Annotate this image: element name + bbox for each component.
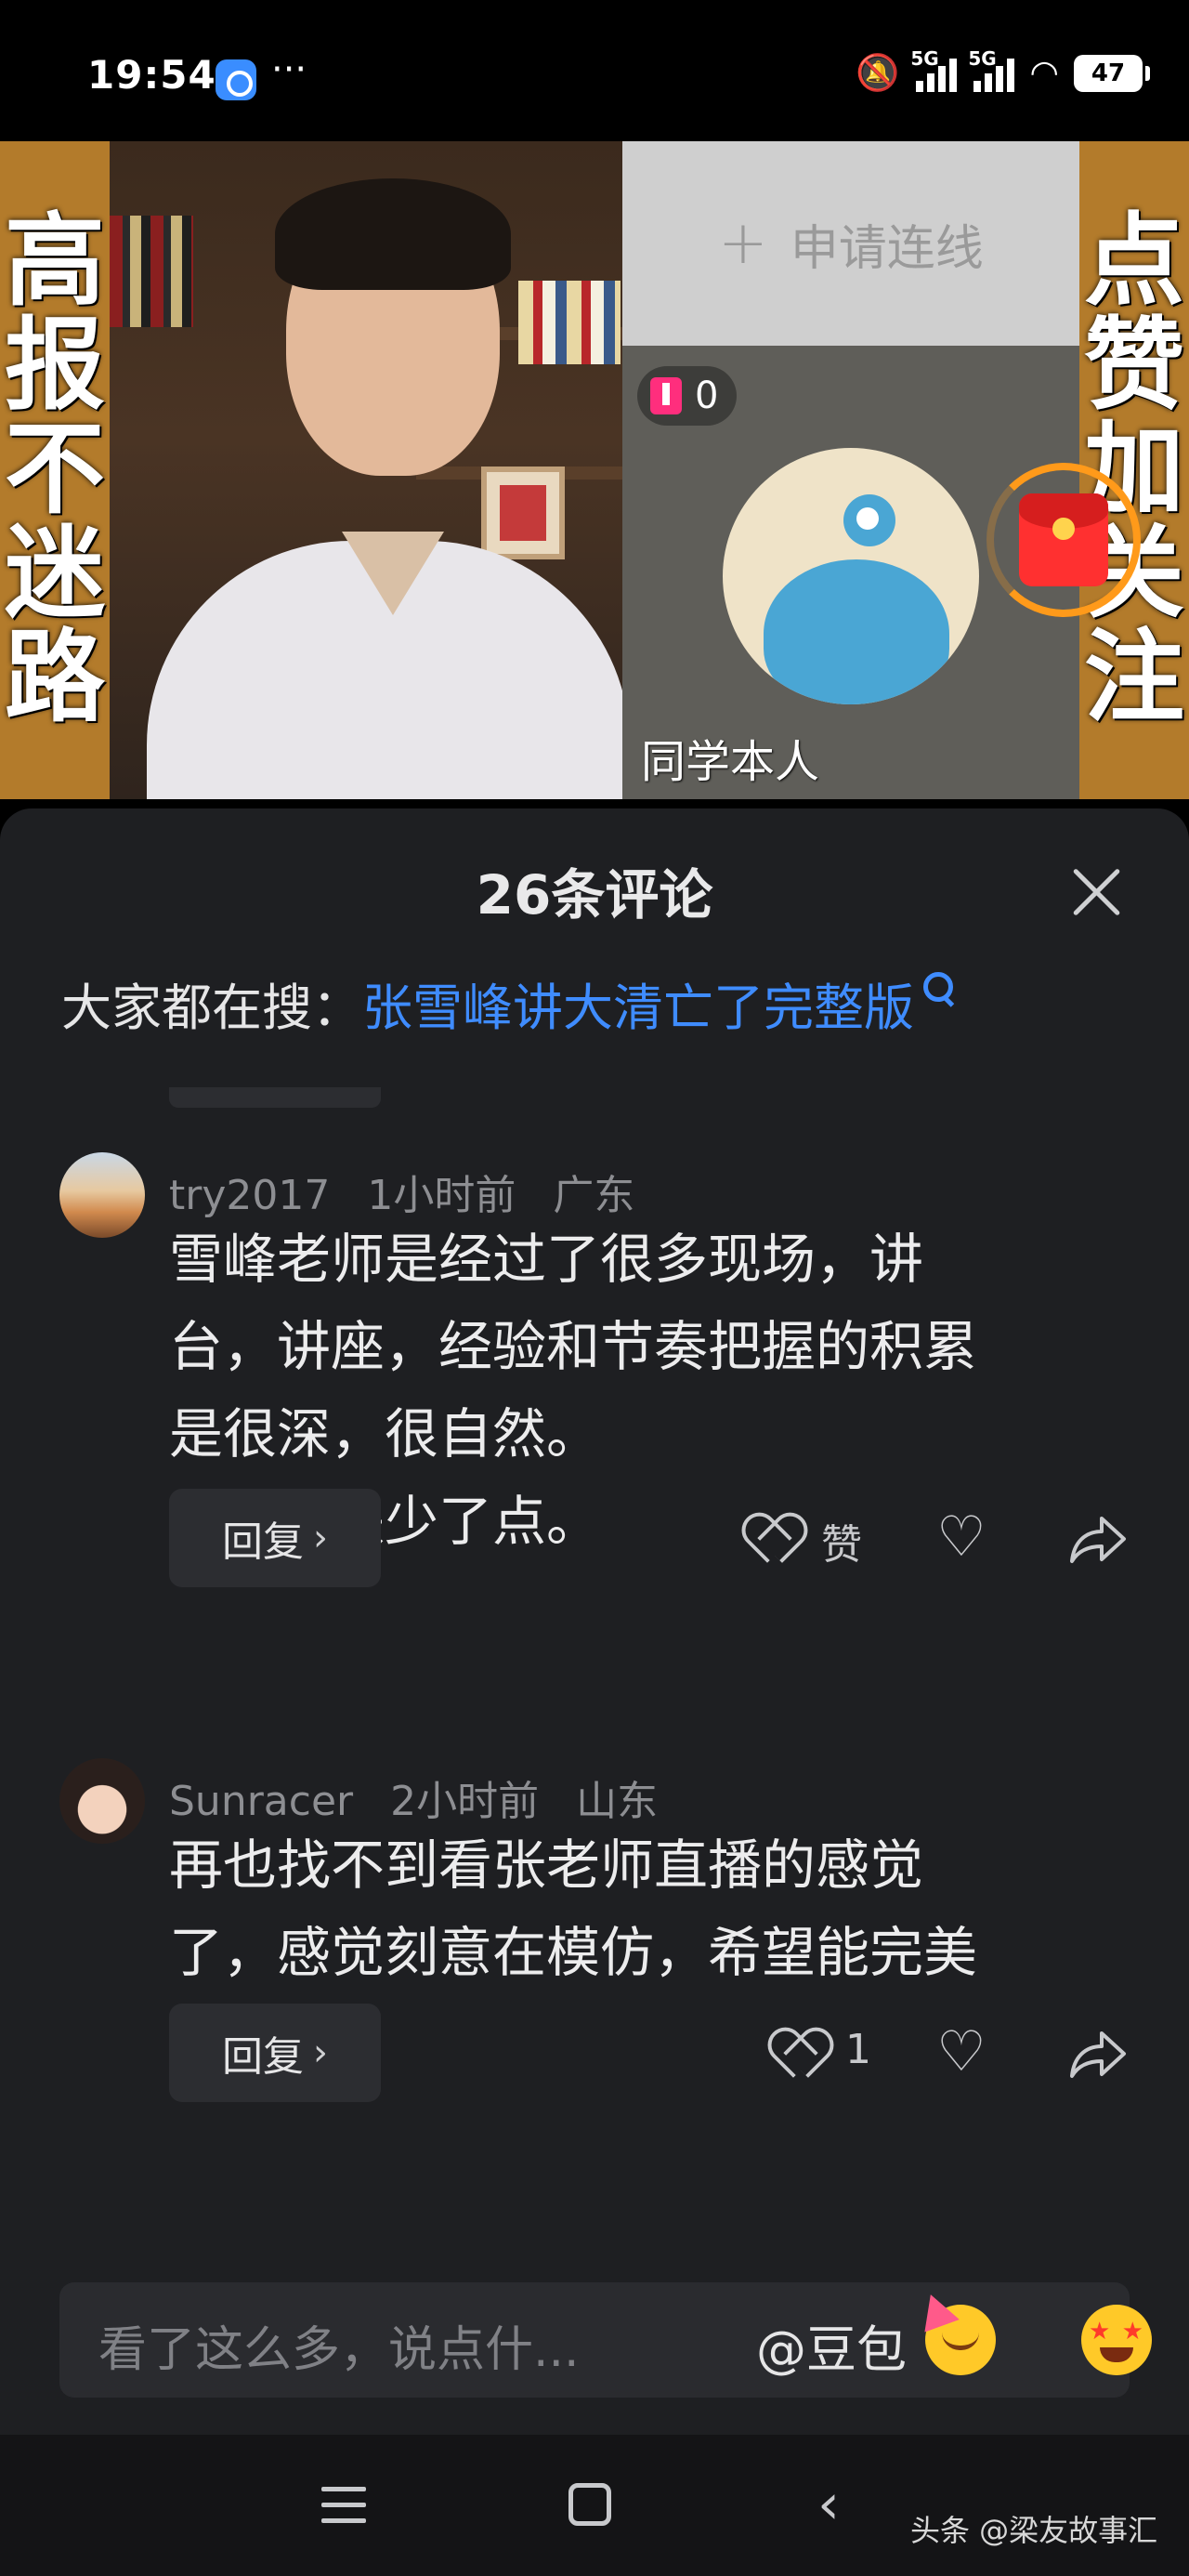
share-icon[interactable] — [1068, 1513, 1128, 1565]
comments-sheet: 26条评论 大家都在搜： 张雪峰讲大清亡了完整版 try2017 1小时前 广东… — [0, 808, 1189, 2435]
comment-actions: 1 ♡ — [0, 2004, 1189, 2102]
guest-panel: + 申请连线 0 同学本人 — [622, 141, 1079, 799]
avatar[interactable] — [59, 1152, 145, 1238]
comment-meta: Sunracer 2小时前 山东 — [169, 1768, 682, 1827]
back-icon[interactable]: ‹ — [817, 2477, 840, 2532]
guest-gift-badge: 0 — [637, 366, 738, 426]
signal-icon-2: 5G — [968, 47, 1015, 92]
battery-icon: 47 — [1074, 54, 1150, 92]
mute-icon: 🔕 — [855, 52, 900, 93]
share-icon[interactable] — [1068, 2028, 1128, 2080]
comment-input[interactable]: 看了这么多，说点什... @豆包 — [59, 2282, 1152, 2398]
more-notifications-icon: ··· — [271, 48, 307, 91]
plus-icon: + — [718, 209, 768, 278]
comments-title: 26条评论 — [476, 863, 713, 927]
comment-time: 2小时前 — [390, 1778, 540, 1825]
comment-location: 广东 — [553, 1172, 635, 1219]
signal-icon-1: 5G — [910, 47, 958, 92]
comment-actions: 赞 ♡ — [0, 1489, 1189, 1587]
gift-icon — [650, 377, 682, 414]
close-icon[interactable] — [1068, 864, 1124, 920]
comment-meta: try2017 1小时前 广东 — [169, 1162, 659, 1221]
dislike-icon[interactable]: ♡ — [936, 1509, 992, 1565]
trending-search-term[interactable]: 张雪峰讲大清亡了完整版 — [362, 966, 914, 1040]
like-icon[interactable] — [745, 1517, 797, 1565]
avatar[interactable] — [59, 1758, 145, 1844]
red-packet-icon[interactable] — [986, 463, 1141, 617]
guest-name: 同学本人 — [641, 736, 820, 788]
previous-reply-button[interactable] — [169, 1087, 381, 1108]
apply-connect-button[interactable]: + 申请连线 — [622, 141, 1079, 346]
dislike-icon[interactable]: ♡ — [936, 2024, 992, 2080]
notification-app-icon — [216, 59, 256, 100]
like-label[interactable]: 赞 — [821, 1511, 862, 1571]
party-emoji-icon[interactable] — [925, 2305, 996, 2375]
watermark: 头条 @梁友故事汇 — [910, 2513, 1158, 2548]
status-time: 19:54 — [87, 52, 216, 98]
mention-doubao-button[interactable]: @豆包 — [756, 2308, 907, 2382]
bookshelf — [110, 216, 193, 327]
trending-search-label: 大家都在搜： — [61, 979, 362, 1037]
like-icon[interactable] — [771, 2031, 823, 2080]
left-banner: 高 报 不 迷 路 — [0, 141, 110, 799]
comment-username[interactable]: Sunracer — [169, 1778, 353, 1825]
live-video[interactable]: 高 报 不 迷 路 + 申请连线 0 同学本人 点 赞 加 关 注 — [0, 141, 1189, 799]
home-icon[interactable] — [568, 2483, 611, 2526]
photo-frame — [481, 467, 565, 559]
status-bar: 19:54 ··· 🔕 5G 5G ◠ 47 — [0, 0, 1189, 141]
star-eyes-emoji-icon[interactable] — [1081, 2305, 1152, 2375]
comment-username[interactable]: try2017 — [169, 1172, 330, 1219]
comment-input-placeholder[interactable]: 看了这么多，说点什... — [98, 2310, 580, 2380]
trending-search[interactable]: 大家都在搜： 张雪峰讲大清亡了完整版 — [61, 966, 959, 1040]
bookshelf — [518, 281, 621, 364]
like-count[interactable]: 1 — [845, 2026, 871, 2073]
search-icon — [921, 970, 959, 1007]
guest-avatar — [723, 448, 979, 704]
host-video — [110, 141, 622, 799]
wifi-icon: ◠ — [1031, 54, 1057, 92]
system-nav-bar: ‹ 头条 @梁友故事汇 — [0, 2435, 1189, 2576]
status-icons: 🔕 5G 5G ◠ 47 — [855, 47, 1150, 94]
comment-time: 1小时前 — [367, 1172, 516, 1219]
menu-icon[interactable] — [321, 2487, 366, 2524]
comment-location: 山东 — [576, 1778, 659, 1825]
